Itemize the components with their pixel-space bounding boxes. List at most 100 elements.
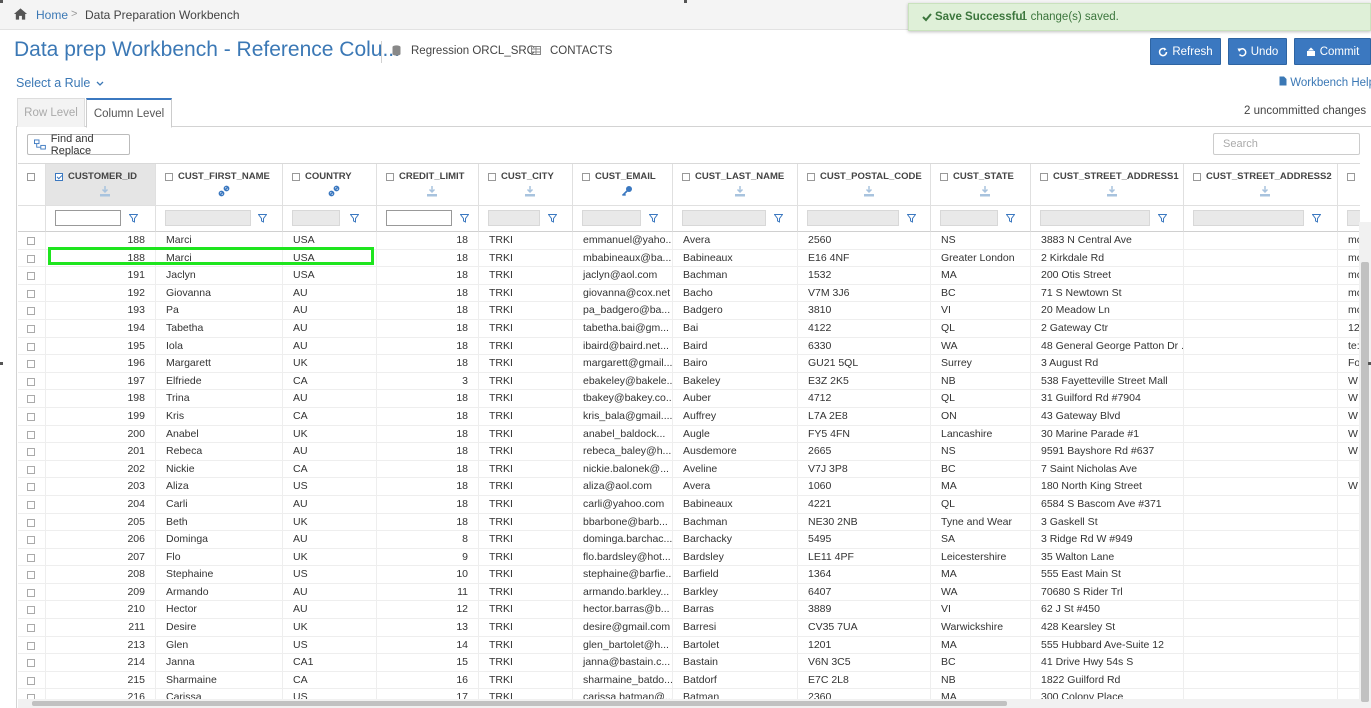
grid-cell[interactable]: Janna [156,654,283,672]
grid-cell[interactable] [1184,267,1338,285]
grid-cell[interactable]: TRKI [479,636,573,655]
grid-cell[interactable]: NE30 2NB [798,513,931,532]
grid-cell[interactable] [1338,672,1360,690]
filter-icon[interactable] [350,214,359,223]
column-header-cust-state[interactable]: CUST_STATE [931,164,1031,206]
grid-cell[interactable]: CA [283,460,377,479]
grid-cell[interactable]: 2665 [798,443,931,461]
grid-cell[interactable]: 203 [46,478,156,496]
grid-cell[interactable]: Elfriede [156,372,283,391]
column-header-customer-id[interactable]: CUSTOMER_ID [46,164,156,206]
grid-cell[interactable]: 209 [46,583,156,602]
row-checkbox[interactable] [27,254,35,263]
grid-cell[interactable]: Tabetha [156,319,283,338]
grid-cell[interactable]: 7 Saint Nicholas Ave [1031,460,1184,479]
grid-cell[interactable]: Anabel [156,425,283,444]
grid-cell[interactable]: Baird [673,337,798,356]
grid-cell[interactable]: Bai [673,319,798,338]
row-checkbox[interactable] [27,483,35,492]
grid-cell[interactable]: Barkley [673,583,798,602]
breadcrumb-home-link[interactable]: Home [36,8,68,22]
grid-cell[interactable]: 3 Ridge Rd W #949 [1031,531,1184,549]
download-icon[interactable] [1259,185,1271,197]
grid-cell[interactable] [1184,249,1338,268]
row-checkbox[interactable] [27,448,35,457]
grid-cell[interactable]: WA [931,337,1031,356]
grid-cell[interactable]: mc [1338,232,1360,250]
download-icon[interactable] [524,185,536,197]
grid-cell[interactable]: 205 [46,513,156,532]
grid-cell[interactable]: 18 [377,495,479,514]
column-header-cust-last-name[interactable]: CUST_LAST_NAME [673,164,798,206]
grid-cell[interactable]: Ausdemore [673,443,798,461]
grid-cell[interactable]: TRKI [479,654,573,672]
grid-cell[interactable]: 1201 [798,636,931,655]
grid-cell[interactable]: 48 General George Patton Dr ... [1031,337,1184,356]
grid-cell[interactable]: 199 [46,407,156,426]
grid-cell[interactable]: 213 [46,636,156,655]
grid-cell[interactable] [1184,636,1338,655]
refresh-button[interactable]: Refresh [1150,38,1221,65]
grid-cell[interactable]: VI [931,601,1031,620]
grid-cell[interactable]: 3810 [798,302,931,320]
grid-cell[interactable]: 1822 Guilford Rd [1031,671,1184,690]
grid-cell[interactable]: Iola [156,337,283,356]
grid-cell[interactable]: 62 J St #450 [1031,601,1184,620]
column-filter-input[interactable] [386,210,452,226]
grid-cell[interactable]: TRKI [479,583,573,602]
grid-cell[interactable]: 215 [46,671,156,690]
grid-cell[interactable]: Stephaine [156,566,283,584]
grid-cell[interactable]: Trina [156,390,283,408]
grid-cell[interactable]: bbarbone@barb... [573,513,673,532]
grid-cell[interactable]: TRKI [479,390,573,408]
grid-cell[interactable] [1184,284,1338,303]
filter-icon[interactable] [774,214,783,223]
table-row[interactable]: 204 Carli AU 18 TRKI carli@yahoo.com Babineaux… [18,495,1360,514]
table-row[interactable]: 213 Glen US 14 TRKI glen_bartolet@h... Bartole… [18,636,1360,655]
table-row[interactable]: 196 Margarett UK 18 TRKI margarett@gmail... Ba… [18,355,1360,373]
table-row[interactable]: 198 Trina AU 18 TRKI tbakey@bakey.co... Auber 4… [18,390,1360,408]
grid-cell[interactable] [1184,443,1338,461]
grid-cell[interactable]: TRKI [479,372,573,391]
filter-icon[interactable] [649,214,658,223]
grid-cell[interactable]: 10 [377,566,479,584]
grid-cell[interactable] [1184,478,1338,496]
grid-cell[interactable]: UK [283,355,377,373]
grid-cell[interactable]: E7C 2L8 [798,671,931,690]
grid-cell[interactable]: 211 [46,619,156,637]
grid-cell[interactable]: janna@bastain.c... [573,654,673,672]
column-header-cust-street-address1[interactable]: CUST_STREET_ADDRESS1 [1031,164,1184,206]
grid-cell[interactable]: TRKI [479,601,573,620]
grid-cell[interactable]: 12 [1338,320,1360,338]
download-icon[interactable] [99,185,111,197]
grid-cell[interactable]: Pa [156,302,283,320]
column-header-nc[interactable]: NC [1338,164,1360,206]
grid-cell[interactable]: TRKI [479,302,573,320]
grid-cell[interactable]: 538 Fayetteville Street Mall [1031,372,1184,391]
grid-cell[interactable]: 206 [46,531,156,549]
grid-cell[interactable]: LE11 4PF [798,548,931,567]
column-filter-input[interactable] [807,210,899,226]
grid-cell[interactable] [1184,407,1338,426]
grid-cell[interactable]: 194 [46,319,156,338]
grid-cell[interactable]: AU [283,284,377,303]
grid-cell[interactable]: 8 [377,531,479,549]
grid-cell[interactable]: te: [1338,338,1360,356]
row-checkbox[interactable] [27,659,35,668]
grid-cell[interactable]: QL [931,495,1031,514]
grid-cell[interactable] [1184,601,1338,620]
grid-cell[interactable]: tabetha.bai@gm... [573,319,673,338]
filter-icon[interactable] [460,214,469,223]
column-checkbox[interactable] [582,173,590,181]
undo-button[interactable]: Undo [1228,38,1287,65]
grid-cell[interactable]: NB [931,671,1031,690]
grid-cell[interactable]: mbabineaux@ba... [573,249,673,268]
grid-cell[interactable]: nickie.balonek@... [573,460,673,479]
grid-cell[interactable] [1338,531,1360,549]
grid-cell[interactable]: 20 Meadow Ln [1031,302,1184,320]
grid-cell[interactable]: 191 [46,267,156,285]
grid-cell[interactable]: tbakey@bakey.co... [573,390,673,408]
grid-cell[interactable]: 13 [377,619,479,637]
column-filter-input[interactable] [55,210,121,226]
row-checkbox[interactable] [27,237,35,245]
